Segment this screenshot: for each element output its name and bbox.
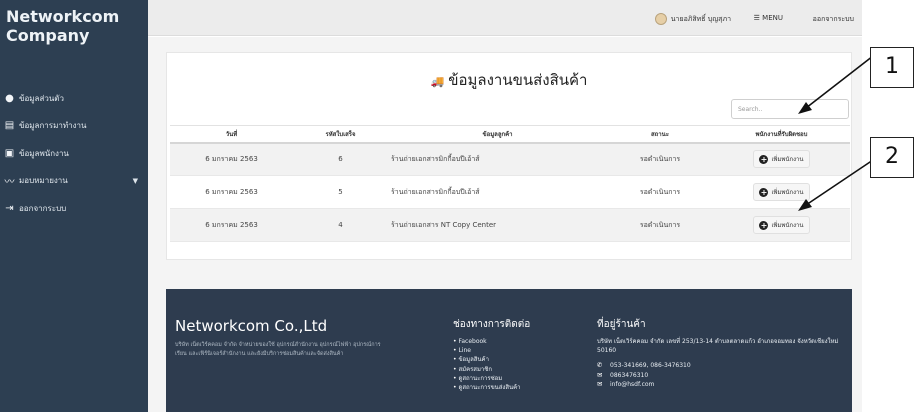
- table-header-row: วันที่ รหัสใบเสร็จ ข้อมูลลูกค้า สถานะ พน…: [170, 125, 850, 144]
- menu-button[interactable]: ☰ MENU: [754, 14, 783, 22]
- add-employee-label: เพิ่มพนักงาน: [771, 222, 804, 229]
- menu-icon: ☰: [753, 14, 760, 22]
- sidebar-item-employees[interactable]: ▣ ข้อมูลพนักงาน: [4, 146, 148, 160]
- footer-links: Facebook Line ข้อมูลสินค้า สมัครสมาชิก ด…: [453, 337, 573, 392]
- user-circle-icon: ●: [5, 92, 14, 104]
- cell-status: รอดำเนินการ: [607, 142, 713, 176]
- column-header-customer[interactable]: ข้อมูลลูกค้า: [388, 125, 607, 144]
- cell-date: 6 มกราคม 2563: [170, 142, 293, 176]
- column-header-staff[interactable]: พนักงานที่รับผิดชอบ: [713, 125, 850, 144]
- add-employee-button[interactable]: + เพิ่มพนักงาน: [753, 150, 810, 169]
- app-window: Networkcom Company ● ข้อมูลส่วนตัว ▤ ข้อ…: [0, 0, 915, 412]
- cell-action: + เพิ่มพนักงาน: [713, 142, 850, 176]
- avatar: [654, 13, 667, 25]
- sidebar-item-label: ข้อมูลการมาทำงาน: [19, 121, 87, 130]
- footer-link-products[interactable]: ข้อมูลสินค้า: [453, 355, 573, 364]
- brand-logo[interactable]: Networkcom Company: [6, 7, 146, 45]
- id-card-icon: ▣: [4, 147, 15, 159]
- cell-receipt: 4: [293, 208, 388, 242]
- footer-phone: ✆ 053-341669, 086-3476310: [597, 361, 847, 371]
- footer-link-facebook[interactable]: Facebook: [453, 337, 573, 346]
- envelope-icon: ✉: [597, 380, 603, 388]
- chart-line-icon: 〰: [4, 177, 15, 188]
- user-name: นายอภิสิทธิ์ บุญสุภา: [670, 14, 731, 23]
- cell-status: รอดำเนินการ: [607, 208, 713, 242]
- footer-contact-heading: ช่องทางการติดต่อ: [453, 319, 531, 330]
- search-input[interactable]: Search..: [731, 99, 849, 119]
- footer-address: บริษัท เน็ตเวิร์คคอม จำกัด เลขที่ 253/13…: [597, 338, 839, 354]
- footer-address-column: ที่อยู่ร้านค้า บริษัท เน็ตเวิร์คคอม จำกั…: [597, 317, 847, 390]
- footer-description: บริษัท เน็ตเวิร์คคอม จำกัด จำหน่ายของใช้…: [175, 342, 381, 357]
- column-header-status[interactable]: สถานะ: [607, 125, 713, 144]
- footer-phone-text: 053-341669, 086-3476310: [610, 362, 691, 369]
- menu-label: MENU: [762, 14, 783, 22]
- brand-line-1: Networkcom: [6, 7, 120, 26]
- top-navbar: นายอภิสิทธิ์ บุญสุภา ☰ MENU ออกจากระบบ: [148, 0, 862, 36]
- column-header-date[interactable]: วันที่: [170, 125, 293, 144]
- footer-contact-column: ช่องทางการติดต่อ Facebook Line ข้อมูลสิน…: [453, 317, 573, 392]
- footer-mobile: ✉ 0863476310: [597, 371, 847, 381]
- cell-action: + เพิ่มพนักงาน: [713, 175, 850, 209]
- cell-date: 6 มกราคม 2563: [170, 175, 293, 209]
- add-employee-label: เพิ่มพนักงาน: [771, 189, 804, 196]
- callout-1: 1: [870, 47, 914, 88]
- sidebar-item-attendance[interactable]: ▤ ข้อมูลการมาทำงาน: [4, 119, 148, 133]
- footer-link-register[interactable]: สมัครสมาชิก: [453, 365, 573, 374]
- sign-out-icon: ⇥: [5, 202, 14, 214]
- footer-company-column: Networkcom Co.,Ltd บริษัท เน็ตเวิร์คคอม …: [175, 317, 415, 359]
- chat-icon: ✉: [597, 370, 603, 379]
- shipping-table: วันที่ รหัสใบเสร็จ ข้อมูลลูกค้า สถานะ พน…: [170, 125, 850, 242]
- brand-line-2: Company: [6, 26, 90, 45]
- column-header-receipt[interactable]: รหัสใบเสร็จ: [293, 125, 388, 144]
- footer-email: ✉ info@hsdf.com: [597, 380, 847, 390]
- cell-receipt: 5: [293, 175, 388, 209]
- footer-address-heading: ที่อยู่ร้านค้า: [597, 319, 646, 330]
- main-content: 🚚 ข้อมูลงานขนส่งสินค้า Search.. วันที่ รห…: [148, 37, 862, 412]
- sidebar: Networkcom Company ● ข้อมูลส่วนตัว ▤ ข้อ…: [0, 0, 148, 412]
- footer-mobile-text: 0863476310: [610, 371, 649, 379]
- footer-link-line[interactable]: Line: [453, 346, 573, 355]
- add-employee-label: เพิ่มพนักงาน: [771, 156, 804, 164]
- footer-link-shipping-status[interactable]: ดูสถานะการขนส่งสินค้า: [453, 383, 573, 392]
- document-icon: ▤: [4, 120, 15, 131]
- plus-circle-icon: +: [759, 154, 769, 164]
- cell-customer: ร้านถ่ายเอกสารมิกกี้อบปีเอ้าส์: [388, 175, 607, 209]
- cell-customer: ร้านถ่ายเอกสาร NT Copy Center: [388, 208, 607, 242]
- table-row: 6 มกราคม 2563 4 ร้านถ่ายเอกสาร NT Copy C…: [170, 208, 850, 242]
- sidebar-item-label: ออกจากระบบ: [19, 203, 67, 213]
- sidebar-item-label: มอบหมายงาน: [19, 176, 68, 185]
- cell-receipt: 6: [293, 142, 388, 176]
- sidebar-item-profile[interactable]: ● ข้อมูลส่วนตัว: [4, 91, 148, 105]
- table-row: 6 มกราคม 2563 5 ร้านถ่ายเอกสารมิกกี้อบปี…: [170, 175, 850, 209]
- cell-date: 6 มกราคม 2563: [170, 208, 293, 242]
- page-title: 🚚 ข้อมูลงานขนส่งสินค้า: [167, 68, 851, 92]
- sidebar-item-logout[interactable]: ⇥ ออกจากระบบ: [4, 201, 148, 215]
- callout-2: 2: [870, 137, 914, 178]
- add-employee-button[interactable]: + เพิ่มพนักงาน: [753, 216, 810, 234]
- sidebar-item-label: ข้อมูลพนักงาน: [19, 148, 69, 158]
- plus-circle-icon: +: [759, 187, 769, 197]
- caret-down-icon: ▼: [132, 176, 138, 185]
- add-employee-button[interactable]: + เพิ่มพนักงาน: [753, 183, 810, 201]
- cell-status: รอดำเนินการ: [607, 175, 713, 209]
- footer-company-name: Networkcom Co.,Ltd: [175, 317, 328, 335]
- phone-icon: ✆: [597, 361, 603, 369]
- footer: Networkcom Co.,Ltd บริษัท เน็ตเวิร์คคอม …: [166, 289, 852, 412]
- truck-icon: 🚚: [430, 75, 445, 88]
- sidebar-nav: ● ข้อมูลส่วนตัว ▤ ข้อมูลการมาทำงาน ▣ ข้อ…: [4, 91, 148, 229]
- logout-link[interactable]: ออกจากระบบ: [813, 14, 854, 25]
- cell-customer: ร้านถ่ายเอกสารมิกกี้อบปีเอ้าส์: [388, 142, 607, 176]
- plus-circle-icon: +: [759, 220, 769, 230]
- shipping-card: 🚚 ข้อมูลงานขนส่งสินค้า Search.. วันที่ รห…: [166, 52, 852, 260]
- table-row: 6 มกราคม 2563 6 ร้านถ่ายเอกสารมิกกี้อบปี…: [170, 142, 850, 176]
- sidebar-item-assign-work[interactable]: 〰 มอบหมายงาน ▼: [4, 174, 148, 188]
- footer-link-repair-status[interactable]: ดูสถานะการซ่อม: [453, 374, 573, 383]
- sidebar-item-label: ข้อมูลส่วนตัว: [19, 93, 64, 103]
- user-menu[interactable]: นายอภิสิทธิ์ บุญสุภา: [654, 13, 731, 25]
- footer-email-text: info@hsdf.com: [610, 381, 655, 388]
- page-title-text: ข้อมูลงานขนส่งสินค้า: [448, 71, 588, 89]
- cell-action: + เพิ่มพนักงาน: [713, 208, 850, 242]
